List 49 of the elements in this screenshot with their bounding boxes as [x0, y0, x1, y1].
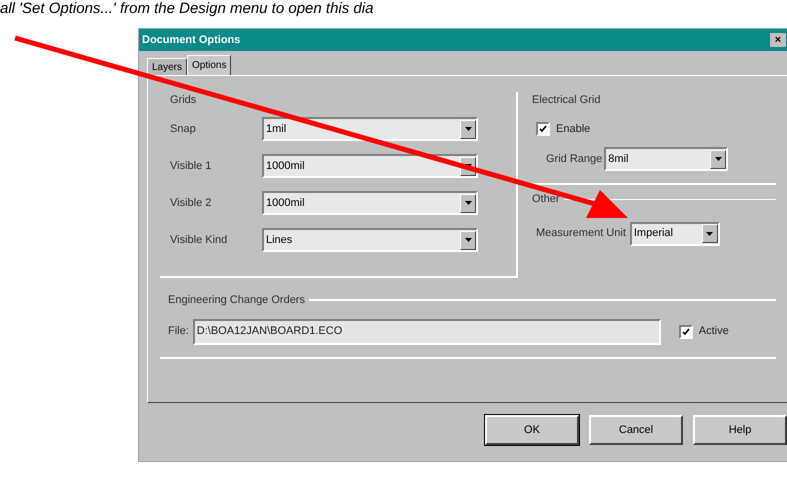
field-label: Visible 1	[170, 158, 212, 174]
field-label: File:	[168, 324, 189, 340]
dropdown-value: Imperial	[632, 226, 674, 242]
dropdown-value: Lines	[265, 232, 294, 248]
dropdown[interactable]: 1000mil	[262, 191, 478, 215]
caption-text: all 'Set Options...' from the Design menu to open this dia	[0, 0, 374, 17]
dropdown-value: 1000mil	[265, 196, 306, 211]
dropdown[interactable]: 1mil	[262, 117, 478, 141]
group-title: Grids	[170, 93, 198, 104]
dropdown[interactable]: Imperial	[630, 222, 720, 246]
dropdown-arrow-button[interactable]	[460, 230, 476, 250]
checkmark-icon	[682, 328, 690, 336]
down-triangle-icon	[464, 201, 472, 205]
field-label: Snap	[170, 122, 197, 137]
down-triangle-icon	[464, 127, 472, 131]
down-triangle-icon	[464, 164, 472, 168]
checkbox-label: Enable	[556, 122, 590, 136]
checkbox[interactable]	[536, 122, 550, 136]
dropdown-value: 8mil	[607, 152, 630, 167]
dialog-button[interactable]: Cancel	[589, 415, 683, 445]
dropdown-value: 1000mil	[265, 158, 306, 174]
file-path-field[interactable]: D:\BOA12JAN\BOARD1.ECO	[192, 318, 661, 344]
group-title: Engineering Change Orders	[167, 293, 306, 308]
dialog-button[interactable]: OK	[485, 415, 579, 445]
down-triangle-icon	[464, 238, 472, 242]
tab[interactable]: Layers	[147, 58, 188, 75]
field-label: Visible 2	[170, 196, 212, 211]
tab[interactable]: Options	[187, 55, 232, 75]
window-title: Document Options	[142, 32, 240, 48]
group-title: Electrical Grid	[532, 93, 602, 108]
close-button[interactable]: ×	[770, 33, 786, 47]
dropdown-value: 1mil	[265, 122, 288, 137]
dropdown-arrow-button[interactable]	[702, 224, 718, 243]
dropdown[interactable]: 8mil	[604, 147, 728, 171]
checkmark-icon	[539, 124, 547, 133]
checkbox-label: Active	[698, 324, 729, 340]
dropdown[interactable]: Lines	[262, 228, 478, 252]
down-triangle-icon	[714, 157, 722, 161]
down-triangle-icon	[706, 232, 714, 236]
field-label: Measurement Unit	[536, 226, 626, 242]
dropdown-arrow-button[interactable]	[460, 194, 476, 212]
field-label: Grid Range	[546, 152, 602, 167]
dropdown-arrow-button[interactable]	[710, 150, 726, 168]
dialog-button[interactable]: Help	[693, 415, 787, 445]
dropdown-arrow-button[interactable]	[460, 120, 476, 138]
field-label: Visible Kind	[170, 232, 228, 248]
group-title: Other	[532, 192, 561, 207]
checkbox[interactable]	[678, 324, 693, 338]
dropdown[interactable]: 1000mil	[262, 154, 478, 178]
